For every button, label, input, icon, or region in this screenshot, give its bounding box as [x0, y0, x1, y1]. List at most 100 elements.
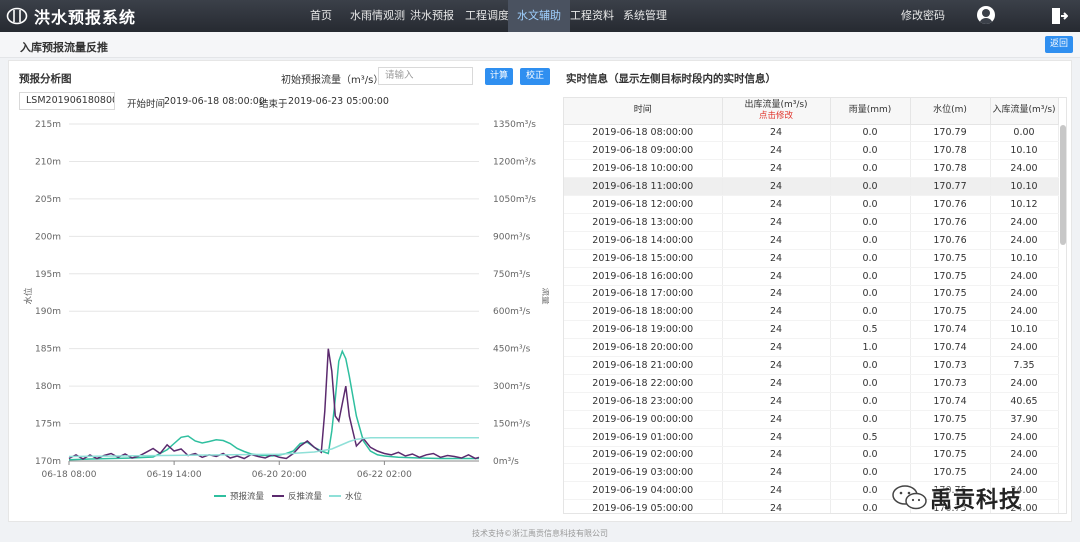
scheme-id-field[interactable]: LSM20190618080027	[19, 92, 115, 110]
table-scrollbar[interactable]	[1060, 125, 1066, 245]
table-cell: 24.00	[990, 428, 1059, 447]
y-right-tick-label: 450m³/s	[493, 345, 531, 355]
table-row[interactable]: 2019-06-19 01:00:00 24 0.5 170.75 24.00	[564, 428, 1059, 447]
table-cell: 170.75	[910, 428, 991, 447]
table-cell[interactable]: 24	[722, 231, 831, 250]
table-cell: 170.74	[910, 338, 991, 358]
table-cell[interactable]: 24	[722, 356, 831, 375]
table-cell: 0.0	[830, 249, 911, 268]
table-cell: 10.12	[990, 195, 1059, 214]
table-row[interactable]: 2019-06-18 11:00:00 24 0.0 170.77 10.10	[564, 177, 1059, 197]
table-cell: 0.0	[830, 124, 911, 143]
table-cell: 2019-06-18 12:00:00	[564, 195, 723, 214]
table-row[interactable]: 2019-06-19 02:00:00 24 0.0 170.75 24.00	[564, 446, 1059, 465]
calibrate-button[interactable]: 校正	[520, 68, 550, 85]
table-cell[interactable]: 24	[722, 124, 831, 143]
edit-hint[interactable]: 点击修改	[723, 111, 830, 122]
y-left-tick-label: 195m	[35, 270, 61, 280]
y-right-tick-label: 150m³/s	[493, 420, 531, 430]
table-row[interactable]: 2019-06-18 14:00:00 24 0.0 170.76 24.00	[564, 231, 1059, 250]
table-row[interactable]: 2019-06-18 23:00:00 24 0.0 170.74 40.65	[564, 392, 1059, 411]
table-row[interactable]: 2019-06-18 21:00:00 24 0.0 170.73 7.35	[564, 356, 1059, 375]
table-row[interactable]: 2019-06-18 13:00:00 24 0.0 170.76 24.00	[564, 213, 1059, 232]
logout-icon[interactable]	[1048, 6, 1069, 26]
table-header-cell: 出库流量(m³/s) 点击修改	[722, 98, 831, 125]
end-time-value: 2019-06-23 05:00:00	[288, 96, 389, 107]
table-cell: 10.10	[990, 141, 1059, 161]
table-cell: 2019-06-18 09:00:00	[564, 141, 723, 161]
table-cell[interactable]: 24	[722, 285, 831, 304]
table-cell: 0.0	[830, 159, 911, 179]
table-cell[interactable]: 24	[722, 159, 831, 179]
table-cell: 2019-06-18 18:00:00	[564, 302, 723, 322]
table-cell[interactable]: 24	[722, 463, 831, 483]
table-cell[interactable]: 24	[722, 338, 831, 358]
table-cell: 0.0	[830, 177, 911, 197]
realtime-title: 实时信息（显示左侧目标时段内的实时信息）	[566, 73, 776, 85]
table-cell: 170.75	[910, 285, 991, 304]
table-cell[interactable]: 24	[722, 481, 831, 501]
table-cell: 170.79	[910, 124, 991, 143]
table-cell: 0.0	[830, 141, 911, 161]
y-right-axis-title: 流量	[540, 287, 549, 305]
table-cell: 170.76	[910, 213, 991, 232]
user-avatar-icon[interactable]	[977, 6, 995, 24]
table-cell[interactable]: 24	[722, 446, 831, 465]
table-cell[interactable]: 24	[722, 302, 831, 322]
column-label: 水位(m)	[933, 105, 967, 116]
y-right-tick-label: 900m³/s	[493, 232, 531, 242]
table-cell[interactable]: 24	[722, 374, 831, 393]
table-cell: 0.0	[830, 356, 911, 375]
table-cell[interactable]: 24	[722, 320, 831, 340]
table-cell: 2019-06-18 20:00:00	[564, 338, 723, 358]
table-cell: 170.75	[910, 446, 991, 465]
table-cell: 0.5	[830, 320, 911, 340]
table-row[interactable]: 2019-06-18 17:00:00 24 0.0 170.75 24.00	[564, 285, 1059, 304]
table-cell[interactable]: 24	[722, 499, 831, 513]
table-cell[interactable]: 24	[722, 428, 831, 447]
change-password-link[interactable]: 修改密码	[901, 0, 945, 32]
table-cell[interactable]: 24	[722, 267, 831, 286]
table-row[interactable]: 2019-06-18 18:00:00 24 0.0 170.75 24.00	[564, 302, 1059, 322]
table-cell: 2019-06-19 01:00:00	[564, 428, 723, 447]
table-cell: 2019-06-18 23:00:00	[564, 392, 723, 411]
table-cell[interactable]: 24	[722, 249, 831, 268]
table-cell: 0.0	[830, 392, 911, 411]
nav-item-2[interactable]: 洪水预报	[401, 0, 463, 32]
table-cell: 2019-06-19 02:00:00	[564, 446, 723, 465]
table-cell[interactable]: 24	[722, 392, 831, 411]
table-row[interactable]: 2019-06-18 19:00:00 24 0.5 170.74 10.10	[564, 320, 1059, 340]
table-row[interactable]: 2019-06-18 12:00:00 24 0.0 170.76 10.12	[564, 195, 1059, 214]
initial-flow-label: 初始预报流量（m³/s）	[281, 75, 384, 86]
end-time-label: 结束于	[259, 99, 288, 110]
table-row[interactable]: 2019-06-18 16:00:00 24 0.0 170.75 24.00	[564, 267, 1059, 286]
table-cell[interactable]: 24	[722, 195, 831, 214]
table-cell: 170.76	[910, 231, 991, 250]
app-logo: 洪水预报系统	[6, 4, 306, 28]
nav-item-0[interactable]: 首页	[301, 0, 341, 32]
y-left-tick-label: 170m	[35, 457, 61, 467]
table-cell: 2019-06-19 03:00:00	[564, 463, 723, 483]
table-row[interactable]: 2019-06-18 15:00:00 24 0.0 170.75 10.10	[564, 249, 1059, 268]
main-panel: 预报分析图 初始预报流量（m³/s） 请输入 计算 校正 LSM20190618…	[8, 60, 1072, 522]
table-row[interactable]: 2019-06-18 08:00:00 24 0.0 170.79 0.00	[564, 124, 1059, 143]
table-cell[interactable]: 24	[722, 141, 831, 161]
table-cell[interactable]: 24	[722, 177, 831, 197]
table-row[interactable]: 2019-06-18 22:00:00 24 0.0 170.73 24.00	[564, 374, 1059, 393]
back-button[interactable]: 返回	[1045, 36, 1073, 53]
page-title: 入库预报流量反推	[20, 41, 108, 54]
table-row[interactable]: 2019-06-18 20:00:00 24 1.0 170.74 24.00	[564, 338, 1059, 358]
table-row[interactable]: 2019-06-18 10:00:00 24 0.0 170.78 24.00	[564, 159, 1059, 179]
table-cell[interactable]: 24	[722, 410, 831, 429]
table-row[interactable]: 2019-06-19 00:00:00 24 0.0 170.75 37.90	[564, 410, 1059, 429]
table-cell: 170.75	[910, 267, 991, 286]
column-label: 出库流量(m³/s)	[744, 99, 808, 110]
table-cell: 10.10	[990, 177, 1059, 197]
table-row[interactable]: 2019-06-18 09:00:00 24 0.0 170.78 10.10	[564, 141, 1059, 161]
table-cell[interactable]: 24	[722, 213, 831, 232]
table-cell: 2019-06-18 14:00:00	[564, 231, 723, 250]
initial-flow-input[interactable]: 请输入	[378, 67, 473, 85]
start-time-label: 开始时间	[127, 99, 166, 110]
calculate-button[interactable]: 计算	[485, 68, 513, 85]
nav-item-6[interactable]: 系统管理	[614, 0, 676, 32]
